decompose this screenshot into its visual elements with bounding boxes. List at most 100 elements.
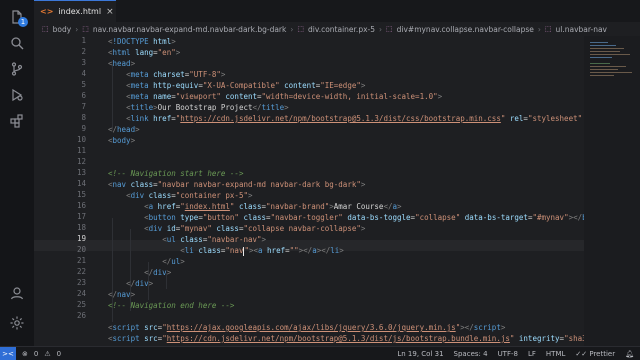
warning-count[interactable]: 0 xyxy=(57,350,61,358)
minimap-line xyxy=(590,48,624,49)
tab-label: index.html xyxy=(58,7,102,16)
line-number: 7 xyxy=(81,102,86,111)
minimap-line xyxy=(590,69,618,70)
eol-setting[interactable]: LF xyxy=(528,350,536,358)
tag-icon: ⬚ xyxy=(82,25,89,33)
breadcrumb-item[interactable]: ul.navbar-nav xyxy=(556,25,607,34)
line-number: 11 xyxy=(76,146,86,155)
code-line-17: <button type="button" class="navbar-togg… xyxy=(144,213,584,222)
code-line-18: <div id="mynav" class="collapse navbar-c… xyxy=(144,224,366,233)
code-line-13: <!-- Navigation start here --> xyxy=(108,169,244,178)
line-number: 17 xyxy=(76,212,86,221)
line-number: 22 xyxy=(76,267,86,276)
source-control-icon[interactable] xyxy=(8,60,26,78)
minimap-line xyxy=(590,51,620,52)
code-line-5: <meta http-equiv="X-UA-Compatible" conte… xyxy=(126,81,366,90)
breadcrumb-item[interactable]: div.container.px-5 xyxy=(308,25,375,34)
tag-icon: ⬚ xyxy=(42,25,49,33)
code-line-16: <a href="index.html" class="navbar-brand… xyxy=(144,202,402,211)
encoding-setting[interactable]: UTF-8 xyxy=(498,350,518,358)
minimap-line xyxy=(590,57,612,58)
code-line-15: <div class="container px-5"> xyxy=(126,191,253,200)
line-number-gutter: 1 2 3 4 5 6 7 8 9 10 11 12 13 14 15 16 17 18 19 20 21 22 23 24 2… xyxy=(34,36,86,346)
explorer-badge: 1 xyxy=(18,17,28,27)
line-number: 1 xyxy=(81,36,86,45)
minimap[interactable] xyxy=(584,36,640,346)
error-count[interactable]: 0 xyxy=(34,350,38,358)
prettier-label: Prettier xyxy=(589,349,616,358)
line-number: 25 xyxy=(76,300,86,309)
minimap-line xyxy=(590,54,630,55)
status-bar: >< ⊗ 0 ⚠ 0 Ln 19, Col 31 Spaces: 4 UTF-8… xyxy=(0,346,640,360)
minimap-line xyxy=(590,72,632,73)
close-icon[interactable]: × xyxy=(106,7,114,17)
line-number: 24 xyxy=(76,289,86,298)
text-cursor xyxy=(243,246,245,256)
code-line-24: </nav> xyxy=(108,290,136,299)
line-number: 4 xyxy=(81,69,86,78)
breadcrumb-item[interactable]: body xyxy=(53,25,72,34)
code-line-22: </div> xyxy=(144,268,172,277)
code-line-23: </div> xyxy=(126,279,154,288)
breadcrumb-item[interactable]: nav.navbar.navbar-expand-md.navbar-dark.… xyxy=(93,25,287,34)
warning-icon[interactable]: ⚠ xyxy=(44,350,50,358)
chevron-right-icon: › xyxy=(537,24,541,34)
minimap-line xyxy=(590,66,626,67)
minimap-line xyxy=(590,63,610,64)
cursor-position[interactable]: Ln 19, Col 31 xyxy=(397,350,443,358)
breadcrumb-item[interactable]: div#mynav.collapse.navbar-collapse xyxy=(397,25,534,34)
code-line-4: <meta charset="UTF-8"> xyxy=(126,70,226,79)
code-line-1: <!DOCTYPE html> xyxy=(108,37,176,46)
code-line-28: <script src="https://cdn.jsdelivr.net/np… xyxy=(108,334,584,343)
remote-indicator-icon[interactable]: >< xyxy=(0,346,16,360)
notifications-bell-icon[interactable]: 🔔︎ xyxy=(625,350,634,358)
check-icon: ✓✓ xyxy=(575,349,590,358)
line-number: 18 xyxy=(76,223,86,232)
line-number: 12 xyxy=(76,157,86,166)
line-number: 23 xyxy=(76,278,86,287)
code-line-9: </head> xyxy=(108,125,140,134)
line-number: 2 xyxy=(81,47,86,56)
prettier-status[interactable]: ✓✓ Prettier xyxy=(575,350,615,358)
editor-tab-bar: <> index.html × xyxy=(34,0,640,22)
line-number: 13 xyxy=(76,168,86,177)
run-debug-icon[interactable] xyxy=(8,86,26,104)
line-number: 5 xyxy=(81,80,86,89)
line-number: 9 xyxy=(81,124,86,133)
line-number: 21 xyxy=(76,256,86,265)
search-icon[interactable] xyxy=(8,34,26,52)
line-number: 15 xyxy=(76,190,86,199)
error-icon[interactable]: ⊗ xyxy=(22,350,28,358)
code-line-6: <meta name="viewport" content="width=dev… xyxy=(126,92,443,101)
breadcrumb: ⬚ body › ⬚ nav.navbar.navbar-expand-md.n… xyxy=(34,22,640,36)
code-line-2: <html lang="en"> xyxy=(108,48,181,57)
code-line-20: <li class="nav"><a href=""></a></li> xyxy=(180,246,344,256)
tab-index-html[interactable]: <> index.html × xyxy=(34,0,116,22)
tag-icon: ⬚ xyxy=(544,25,552,33)
code-area[interactable]: <!DOCTYPE html> <html lang="en"> <head> … xyxy=(34,36,584,346)
tag-icon: ⬚ xyxy=(297,25,304,33)
settings-gear-icon[interactable] xyxy=(8,314,26,332)
code-line-14: <nav class="navbar navbar-expand-md navb… xyxy=(108,180,366,189)
code-editor[interactable]: 1 2 3 4 5 6 7 8 9 10 11 12 13 14 15 16 17 18 19 20 21 22 23 24 2… xyxy=(34,36,584,346)
line-number: 10 xyxy=(76,135,86,144)
line-number: 6 xyxy=(81,91,86,100)
extensions-icon[interactable] xyxy=(8,112,26,130)
code-line-25: <!-- Navigation end here --> xyxy=(108,301,235,310)
html-file-icon: <> xyxy=(40,7,54,16)
minimap-line xyxy=(590,75,614,76)
code-line-19: <ul class="navbar-nav"> xyxy=(162,235,267,244)
line-number: 26 xyxy=(76,311,86,320)
chevron-right-icon: › xyxy=(290,24,294,34)
line-number: 8 xyxy=(81,113,86,122)
code-line-10: <body> xyxy=(108,136,136,145)
code-line-8: <link href="https://cdn.jsdelivr.net/npm… xyxy=(126,114,583,123)
account-icon[interactable] xyxy=(8,284,26,302)
minimap-line xyxy=(590,45,616,46)
indentation-setting[interactable]: Spaces: 4 xyxy=(454,350,488,358)
chevron-right-icon: › xyxy=(379,24,382,34)
tag-icon: ⬚ xyxy=(386,25,393,33)
language-mode[interactable]: HTML xyxy=(546,350,565,358)
line-number: 3 xyxy=(81,58,86,67)
code-line-21: </ul> xyxy=(162,257,185,266)
